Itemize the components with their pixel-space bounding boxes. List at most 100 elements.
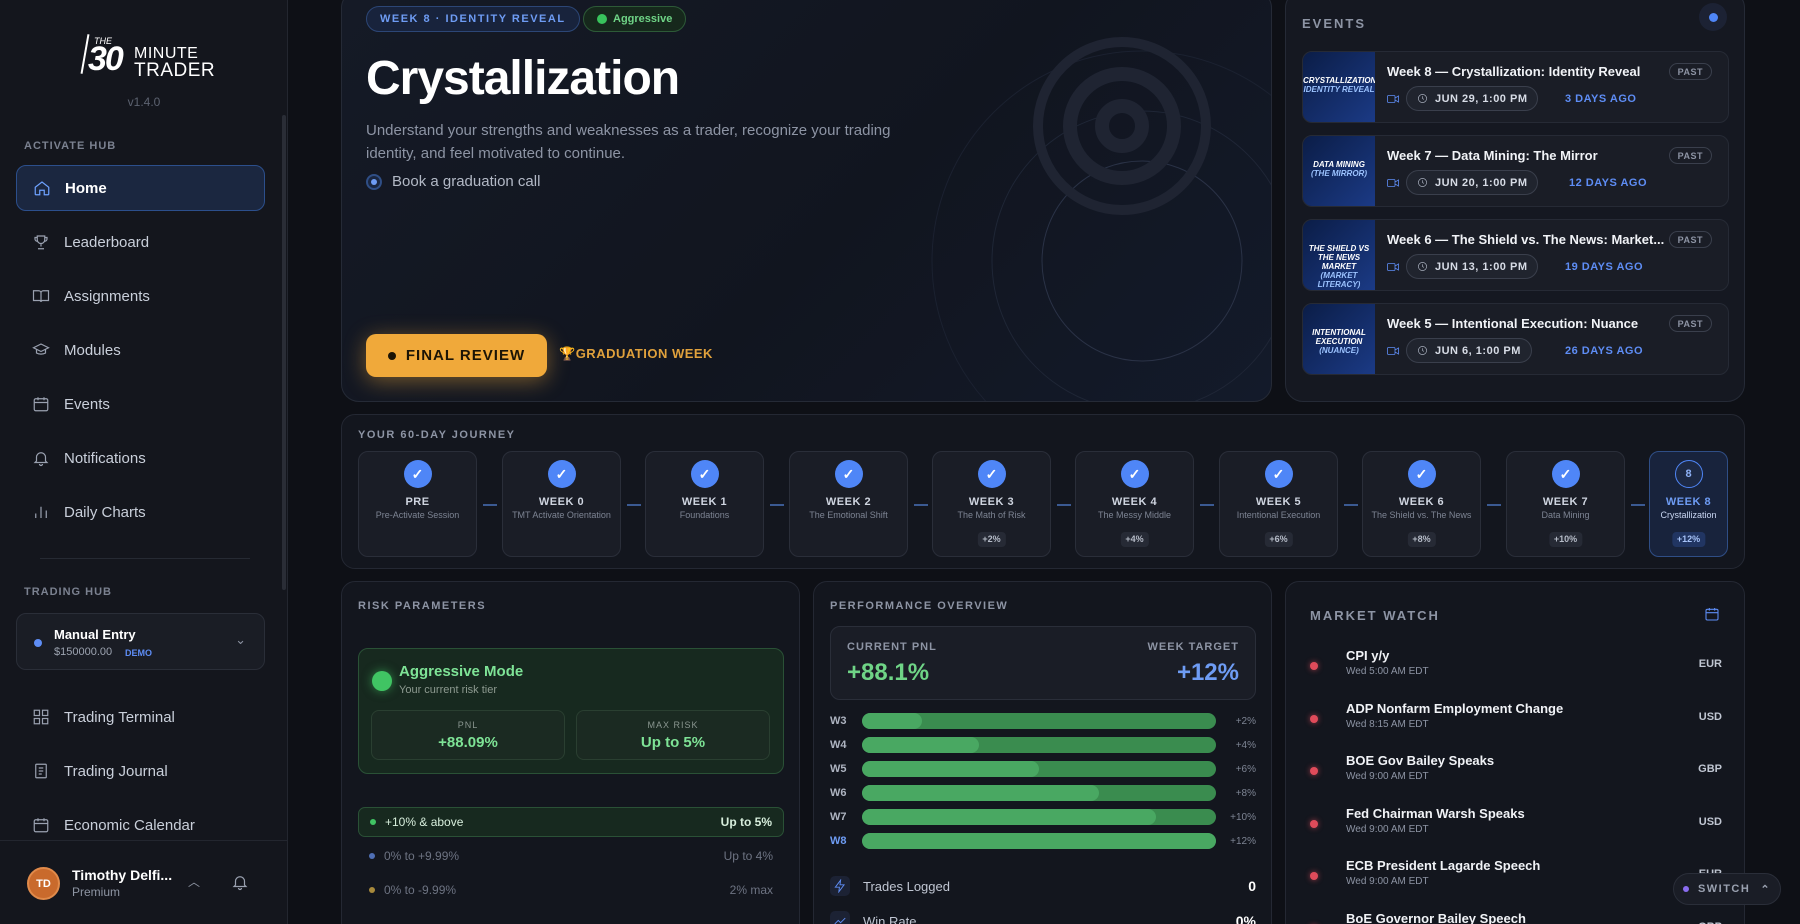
trend-icon	[830, 911, 850, 924]
bell-icon[interactable]	[231, 873, 249, 891]
event-date-pill: JUN 20, 1:00 PM	[1406, 170, 1539, 195]
step-connector	[1344, 504, 1358, 506]
status-dot	[597, 14, 607, 24]
market-event-name: BoE Governor Bailey Speech	[1346, 910, 1526, 924]
sidebar-item-leaderboard[interactable]: Leaderboard	[16, 219, 265, 265]
final-review-button[interactable]: FINAL REVIEW	[366, 334, 547, 377]
event-card[interactable]: CRYSTALLIZATION IDENTITY REVEAL Week 8 — C…	[1302, 51, 1729, 123]
video-camera-icon	[1387, 179, 1399, 187]
event-title: Week 8 — Crystallization: Identity Revea…	[1387, 64, 1641, 79]
sidebar-item-modules[interactable]: Modules	[16, 327, 265, 373]
market-event-row[interactable]: BOE Gov Bailey Speaks Wed 9:00 AM EDT GBP	[1310, 751, 1722, 797]
sidebar-item-notifications[interactable]: Notifications	[16, 435, 265, 481]
journey-step[interactable]: ✓ WEEK 6 The Shield vs. The News +8%	[1362, 451, 1481, 557]
progress-row: W3 +2%	[830, 713, 1256, 729]
step-connector	[483, 504, 497, 506]
week-target-percent: +6%	[1235, 764, 1256, 775]
progress-track	[862, 713, 1216, 729]
sidebar-item-trading-journal[interactable]: Trading Journal	[16, 748, 265, 794]
week-label: W8	[830, 835, 847, 847]
market-event-row[interactable]: BoE Governor Bailey Speech GBP	[1310, 909, 1722, 924]
sidebar-item-assignments[interactable]: Assignments	[16, 273, 265, 319]
sidebar-item-home[interactable]: Home	[16, 165, 265, 211]
tier-dot	[369, 853, 375, 859]
chevron-up-icon[interactable]: ︿	[188, 873, 200, 890]
check-icon: ✓	[690, 460, 719, 488]
journey-step[interactable]: ✓ WEEK 2 The Emotional Shift	[789, 451, 908, 557]
journey-step[interactable]: ✓ WEEK 1 Foundations	[645, 451, 764, 557]
market-event-row[interactable]: ADP Nonfarm Employment Change Wed 8:15 AM…	[1310, 699, 1722, 745]
journey-step[interactable]: ✓ PRE Pre-Activate Session	[358, 451, 477, 557]
video-camera-icon	[1387, 263, 1399, 271]
journey-step[interactable]: 8 WEEK 8 Crystallization +12%	[1649, 451, 1728, 557]
journey-step[interactable]: ✓ WEEK 7 Data Mining +10%	[1506, 451, 1625, 557]
sidebar-scrollbar[interactable]	[282, 115, 286, 590]
sidebar-item-label: Leaderboard	[64, 233, 150, 251]
sidebar-item-label: Assignments	[64, 287, 150, 305]
task-label: Book a graduation call	[392, 173, 541, 190]
progress-fill	[862, 785, 1100, 801]
event-date: JUN 6, 1:00 PM	[1435, 344, 1521, 357]
task-item[interactable]: Book a graduation call	[366, 173, 540, 190]
video-camera-icon	[1387, 347, 1399, 355]
week-pill: WEEK 8 · IDENTITY REVEAL	[366, 6, 580, 32]
user-profile[interactable]: TD Timothy Delfi... Premium ︿	[0, 840, 288, 924]
grid-icon	[33, 709, 49, 725]
market-event-row[interactable]: CPI y/y Wed 5:00 AM EDT EUR	[1310, 646, 1722, 692]
event-date-pill: JUN 6, 1:00 PM	[1406, 338, 1532, 363]
account-selector[interactable]: Manual Entry $150000.00 DEMO ⌄	[16, 613, 265, 670]
switch-button[interactable]: SWITCH ⌃	[1673, 873, 1781, 905]
step-title: The Shield vs. The News	[1371, 510, 1472, 520]
app-version: v1.4.0	[127, 95, 161, 109]
chevron-up-icon: ⌃	[1760, 883, 1772, 896]
journey-step[interactable]: ✓ WEEK 4 The Messy Middle +4%	[1075, 451, 1194, 557]
sidebar-divider	[40, 558, 250, 559]
risk-mode-pill: Aggressive	[583, 6, 687, 32]
clock-icon	[1418, 346, 1427, 355]
step-target-badge: +4%	[1120, 532, 1149, 547]
final-review-label: FINAL REVIEW	[405, 347, 526, 364]
events-indicator[interactable]	[1699, 3, 1727, 31]
event-card[interactable]: THE SHIELD VS THE NEWS MARKET (MARKET LIT…	[1302, 219, 1729, 291]
step-title: Crystallization	[1660, 510, 1717, 520]
status-light-icon	[372, 671, 392, 691]
status-badge: PAST	[1668, 231, 1712, 248]
pnl-box: PNL +88.09%	[371, 710, 565, 760]
dot-icon	[1682, 886, 1689, 892]
event-card[interactable]: DATA MINING (THE MIRROR) Week 7 — Data Min…	[1302, 135, 1729, 207]
step-week: WEEK 8	[1665, 496, 1712, 508]
step-title: The Math of Risk	[957, 510, 1026, 520]
market-event-row[interactable]: Fed Chairman Warsh Speaks Wed 9:00 AM EDT…	[1310, 804, 1722, 850]
graduation-cap-icon	[32, 343, 50, 355]
trophy-icon: 🏆	[559, 346, 576, 361]
step-title: The Messy Middle	[1097, 510, 1172, 520]
tier-value: Up to 4%	[723, 849, 773, 863]
step-title: Data Mining	[1541, 510, 1590, 520]
sidebar-item-events[interactable]: Events	[16, 381, 265, 427]
calendar-icon[interactable]	[1704, 606, 1720, 622]
journey-step[interactable]: ✓ WEEK 5 Intentional Execution +6%	[1219, 451, 1338, 557]
journey-step[interactable]: ✓ WEEK 3 The Math of Risk +2%	[932, 451, 1051, 557]
trophy-icon	[34, 235, 48, 250]
market-event-row[interactable]: ECB President Lagarde Speech Wed 9:00 AM …	[1310, 856, 1722, 902]
market-event-time: Wed 5:00 AM EDT	[1346, 666, 1429, 677]
tier-value: 2% max	[729, 883, 773, 897]
sidebar-item-daily-charts[interactable]: Daily Charts	[16, 489, 265, 535]
impact-dot	[1310, 767, 1318, 775]
stat-label: Trades Logged	[863, 878, 950, 894]
journey-step[interactable]: ✓ WEEK 0 TMT Activate Orientation	[502, 451, 621, 557]
currency-code: EUR	[1698, 658, 1722, 670]
risk-header: RISK PARAMETERS	[358, 600, 487, 612]
performance-overview-panel: PERFORMANCE OVERVIEW CURRENT PNL +88.1% …	[813, 581, 1272, 924]
event-card[interactable]: INTENTIONAL EXECUTION (NUANCE) Week 5 — In…	[1302, 303, 1729, 375]
progress-track	[862, 809, 1216, 825]
step-week: WEEK 7	[1542, 496, 1589, 508]
graduation-week-label: GRADUATION WEEK	[575, 346, 713, 361]
brand-logo[interactable]: THE 30 MINUTE TRADER	[80, 30, 215, 81]
sidebar-item-trading-terminal[interactable]: Trading Terminal	[16, 694, 265, 740]
check-icon: ✓	[834, 460, 863, 488]
week-label: W7	[830, 811, 847, 823]
impact-dot	[1310, 872, 1318, 880]
step-connector	[1631, 504, 1645, 506]
week-target-percent: +10%	[1230, 812, 1256, 823]
